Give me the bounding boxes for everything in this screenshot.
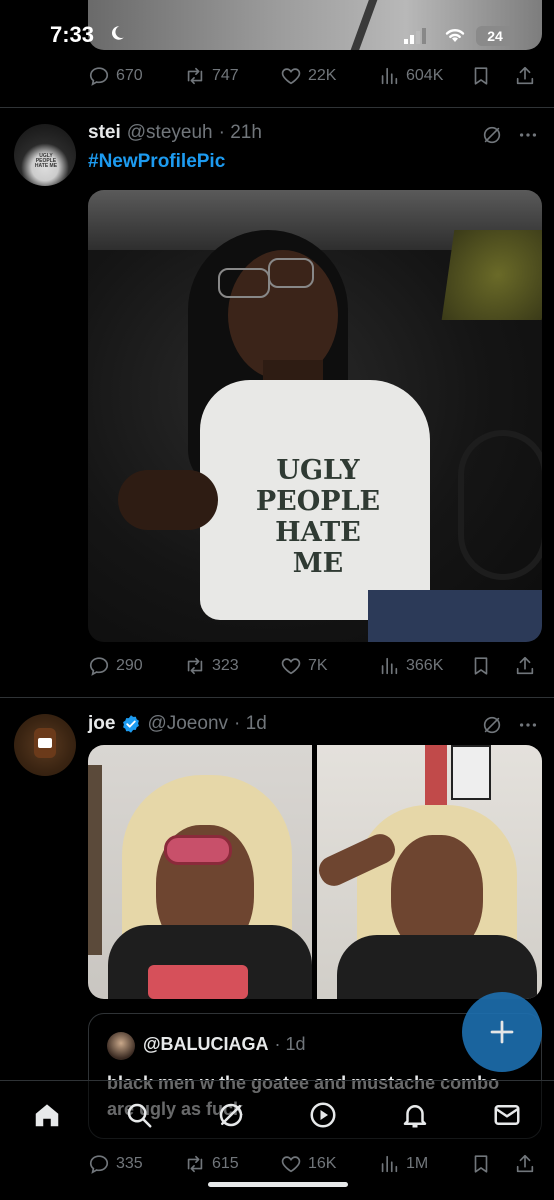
share-icon: [514, 655, 536, 677]
repost-icon: [184, 65, 206, 87]
share-button[interactable]: [514, 655, 536, 677]
like-icon: [280, 65, 302, 87]
share-button[interactable]: [514, 1153, 536, 1175]
avatar[interactable]: [14, 714, 76, 776]
post-actions: 670 747 22K 604K: [88, 62, 542, 90]
reply-icon: [88, 655, 110, 677]
views-button[interactable]: 1M: [378, 1153, 428, 1175]
display-name[interactable]: joe: [88, 713, 115, 735]
post-time: · 21h: [218, 122, 262, 143]
display-name[interactable]: stei: [88, 122, 121, 144]
play-icon[interactable]: [308, 1100, 338, 1130]
compose-icon: [490, 1020, 514, 1044]
post-image[interactable]: [88, 745, 312, 999]
wifi-icon: [445, 29, 465, 42]
home-icon[interactable]: [32, 1100, 62, 1130]
search-icon[interactable]: [124, 1100, 154, 1130]
grok-icon[interactable]: [481, 714, 503, 736]
repost-button[interactable]: 615: [184, 1153, 239, 1175]
grok-icon[interactable]: [481, 124, 503, 146]
post-text[interactable]: #NewProfilePic: [88, 151, 225, 173]
post-time: · 1d: [234, 713, 267, 734]
verified-badge-icon: [123, 715, 140, 733]
post-actions: 335 615 16K 1M: [88, 1150, 542, 1178]
bookmark-icon: [470, 65, 492, 87]
like-button[interactable]: 16K: [280, 1153, 336, 1175]
previous-post-media[interactable]: [88, 0, 542, 50]
views-button[interactable]: 366K: [378, 655, 443, 677]
bookmark-icon: [470, 1153, 492, 1175]
like-icon: [280, 1153, 302, 1175]
views-icon: [378, 65, 400, 87]
reply-button[interactable]: 290: [88, 655, 143, 677]
mail-icon[interactable]: [492, 1100, 522, 1130]
signal-icon: [404, 28, 426, 44]
bookmark-button[interactable]: [470, 65, 492, 87]
repost-button[interactable]: 747: [184, 65, 239, 87]
post-image[interactable]: UGLY PEOPLE HATE ME: [88, 190, 542, 642]
quote-time: · 1d: [274, 1034, 306, 1054]
reply-button[interactable]: 670: [88, 65, 143, 87]
reply-icon: [88, 65, 110, 87]
share-icon: [514, 1153, 536, 1175]
views-icon: [378, 655, 400, 677]
share-button[interactable]: [514, 65, 536, 87]
more-icon[interactable]: [517, 714, 539, 736]
reply-button[interactable]: 335: [88, 1153, 143, 1175]
share-icon: [514, 65, 536, 87]
user-handle[interactable]: @steyeuh: [127, 122, 213, 144]
quote-header: @BALUCIAGA · 1d: [143, 1034, 306, 1055]
shirt-text: UGLY PEOPLE HATE ME: [255, 455, 381, 579]
avatar: [107, 1032, 135, 1060]
bookmark-button[interactable]: [470, 1153, 492, 1175]
repost-icon: [184, 1153, 206, 1175]
more-icon[interactable]: [517, 124, 539, 146]
moon-icon: [111, 26, 124, 40]
bookmark-button[interactable]: [470, 655, 492, 677]
post-image[interactable]: [317, 745, 542, 999]
like-icon: [280, 655, 302, 677]
post-header: joe @Joeonv · 1d: [88, 713, 267, 735]
status-time: 7:33: [50, 22, 95, 47]
avatar-shirt-text: UGLY PEOPLE HATE ME: [34, 153, 58, 169]
repost-icon: [184, 655, 206, 677]
repost-button[interactable]: 323: [184, 655, 239, 677]
divider: [0, 107, 554, 108]
like-button[interactable]: 22K: [280, 65, 336, 87]
divider: [0, 697, 554, 698]
bookmark-icon: [470, 655, 492, 677]
bell-icon[interactable]: [400, 1100, 430, 1130]
home-indicator[interactable]: [208, 1182, 348, 1187]
views-button[interactable]: 604K: [378, 65, 443, 87]
post-actions: 290 323 7K 366K: [88, 652, 542, 680]
like-button[interactable]: 7K: [280, 655, 328, 677]
battery-indicator: 24: [476, 26, 514, 46]
views-icon: [378, 1153, 400, 1175]
compose-button[interactable]: [462, 992, 542, 1072]
post-header: stei @steyeuh · 21h: [88, 122, 262, 144]
user-handle[interactable]: @Joeonv: [147, 713, 228, 735]
spaces-icon[interactable]: [216, 1100, 246, 1130]
quote-handle: @BALUCIAGA: [143, 1034, 269, 1054]
reply-icon: [88, 1153, 110, 1175]
avatar[interactable]: UGLY PEOPLE HATE ME: [14, 124, 76, 186]
